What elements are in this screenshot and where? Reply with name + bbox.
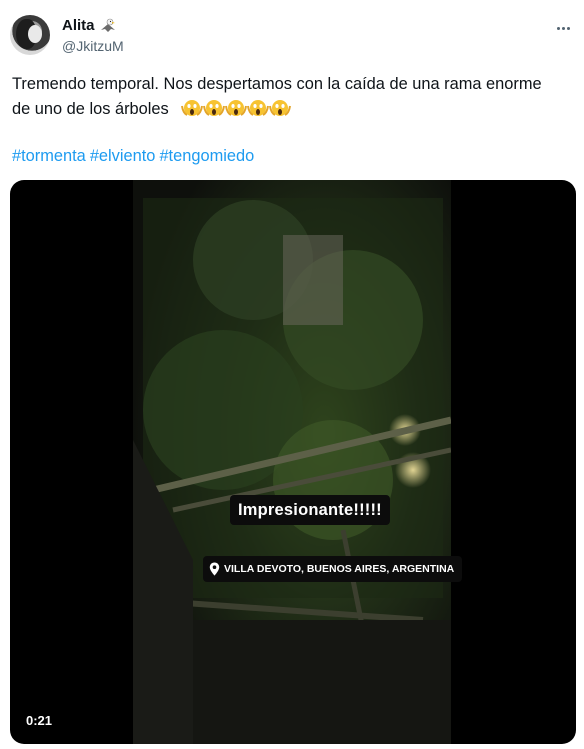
- tweet-text-line2: de uno de los árboles: [12, 100, 169, 118]
- more-options-button[interactable]: [552, 18, 574, 38]
- face-screaming-in-fear-icon: [203, 100, 226, 116]
- face-screaming-in-fear-icon: [247, 100, 270, 116]
- location-text: VILLA DEVOTO, BUENOS AIRES, ARGENTINA: [224, 563, 455, 575]
- video-frame[interactable]: [133, 180, 451, 744]
- tweet-card: Alita @JkitzuM Tremendo temporal. Nos de…: [0, 0, 584, 749]
- handle[interactable]: @JkitzuM: [62, 36, 124, 56]
- face-screaming-in-fear-icon: [225, 100, 248, 116]
- dot-icon: [561, 26, 565, 30]
- location-pin-icon: [209, 562, 220, 576]
- emoji-row: [181, 98, 292, 118]
- tweet-text: Tremendo temporal. Nos despertamos con l…: [12, 72, 577, 122]
- overlay-caption: Impresionante!!!!!: [230, 495, 390, 525]
- location-sticker: VILLA DEVOTO, BUENOS AIRES, ARGENTINA: [203, 556, 463, 582]
- video-still: [133, 180, 451, 744]
- hashtag-link[interactable]: #elviento: [90, 147, 156, 165]
- eagle-icon: [100, 18, 115, 32]
- hashtag-link[interactable]: #tengomiedo: [159, 147, 254, 165]
- hashtag-list: #tormenta #elviento #tengomiedo: [12, 144, 258, 169]
- hashtag-link[interactable]: #tormenta: [12, 147, 86, 165]
- face-screaming-in-fear-icon: [181, 100, 204, 116]
- face-screaming-in-fear-icon: [269, 100, 292, 116]
- tweet-text-line1: Tremendo temporal. Nos despertamos con l…: [12, 75, 542, 93]
- video-player[interactable]: Impresionante!!!!! VILLA DEVOTO, BUENOS …: [10, 180, 576, 744]
- avatar[interactable]: [10, 15, 50, 55]
- avatar-face: [28, 25, 42, 43]
- display-name[interactable]: Alita: [62, 16, 95, 36]
- author-block: Alita @JkitzuM: [62, 16, 124, 56]
- dot-icon: [566, 26, 570, 30]
- name-row: Alita: [62, 16, 124, 36]
- video-duration: 0:21: [20, 710, 59, 732]
- dot-icon: [556, 26, 560, 30]
